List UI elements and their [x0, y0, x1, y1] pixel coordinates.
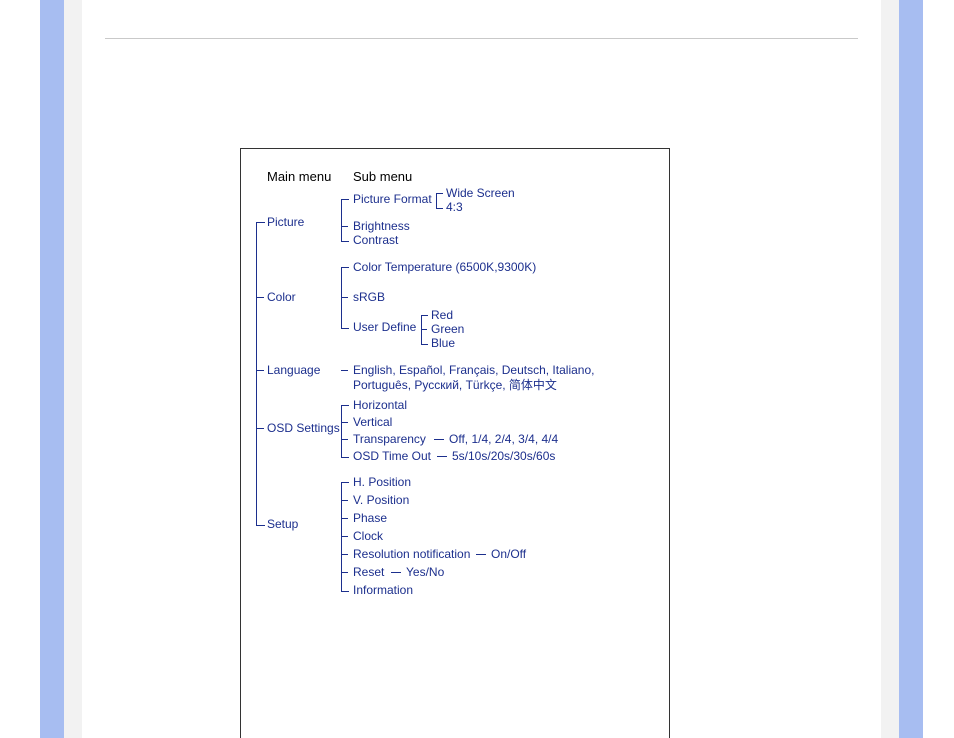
- userdefine-bracket: [421, 315, 428, 345]
- document-sheet: Main menu Sub menu Picture Color Languag…: [82, 0, 881, 738]
- setup-tick-phase: [341, 518, 348, 519]
- osd-vertical: Vertical: [353, 415, 392, 430]
- setup-reset: Reset: [353, 565, 384, 580]
- setup-resnotif-opts: On/Off: [491, 547, 526, 562]
- osd-transparency: Transparency: [353, 432, 426, 447]
- language-list: English, Español, Français, Deutsch, Ita…: [353, 363, 653, 393]
- setup-hpos: H. Position: [353, 475, 411, 490]
- picture-format-wide: Wide Screen: [446, 186, 515, 201]
- setup-clock: Clock: [353, 529, 383, 544]
- picture-format-bracket: [436, 193, 443, 209]
- main-tick-color: [256, 297, 264, 298]
- header-sub-menu: Sub menu: [353, 169, 412, 184]
- picture-brightness: Brightness: [353, 219, 410, 234]
- color-temp: Color Temperature (6500K,9300K): [353, 260, 536, 275]
- osd-timeout: OSD Time Out: [353, 449, 431, 464]
- osd-transparency-dash: [434, 439, 444, 440]
- page-background: Main menu Sub menu Picture Color Languag…: [64, 0, 899, 738]
- userdefine-green: Green: [431, 322, 464, 337]
- setup-vpos: V. Position: [353, 493, 409, 508]
- setup-info: Information: [353, 583, 413, 598]
- top-rule: [105, 38, 858, 39]
- color-srgb: sRGB: [353, 290, 385, 305]
- userdefine-red: Red: [431, 308, 453, 323]
- main-item-color: Color: [267, 290, 296, 305]
- color-bracket: [341, 267, 349, 329]
- menu-tree-frame: Main menu Sub menu Picture Color Languag…: [240, 148, 670, 738]
- osd-horizontal: Horizontal: [353, 398, 407, 413]
- picture-contrast: Contrast: [353, 233, 398, 248]
- picture-tick-brightness: [341, 226, 348, 227]
- setup-reset-dash: [391, 572, 401, 573]
- userdefine-tick-green: [421, 329, 427, 330]
- osd-tick-vertical: [341, 422, 348, 423]
- main-tick-osd: [256, 428, 264, 429]
- osd-tick-transparency: [341, 439, 348, 440]
- picture-bracket: [341, 199, 349, 242]
- color-tick-srgb: [341, 297, 348, 298]
- right-accent-stripe: [899, 0, 923, 738]
- left-accent-stripe: [40, 0, 64, 738]
- main-tick-language: [256, 370, 264, 371]
- color-userdefine: User Define: [353, 320, 416, 335]
- main-item-language: Language: [267, 363, 320, 378]
- setup-tick-clock: [341, 536, 348, 537]
- setup-resnotif-dash: [476, 554, 486, 555]
- main-bracket: [256, 222, 265, 526]
- osd-transparency-opts: Off, 1/4, 2/4, 3/4, 4/4: [449, 432, 558, 447]
- setup-reset-opts: Yes/No: [406, 565, 444, 580]
- picture-format: Picture Format: [353, 192, 432, 207]
- osd-timeout-opts: 5s/10s/20s/30s/60s: [452, 449, 555, 464]
- setup-bracket: [341, 482, 349, 592]
- header-main-menu: Main menu: [267, 169, 331, 184]
- main-item-picture: Picture: [267, 215, 304, 230]
- main-item-setup: Setup: [267, 517, 298, 532]
- osd-timeout-dash: [437, 456, 447, 457]
- osd-bracket: [341, 405, 349, 458]
- setup-phase: Phase: [353, 511, 387, 526]
- setup-tick-vpos: [341, 500, 348, 501]
- userdefine-blue: Blue: [431, 336, 455, 351]
- language-tick: [341, 370, 348, 371]
- setup-resnotif: Resolution notification: [353, 547, 470, 562]
- setup-tick-reset: [341, 572, 348, 573]
- setup-tick-resnotif: [341, 554, 348, 555]
- main-item-osd: OSD Settings: [267, 421, 340, 436]
- picture-format-43: 4:3: [446, 200, 463, 215]
